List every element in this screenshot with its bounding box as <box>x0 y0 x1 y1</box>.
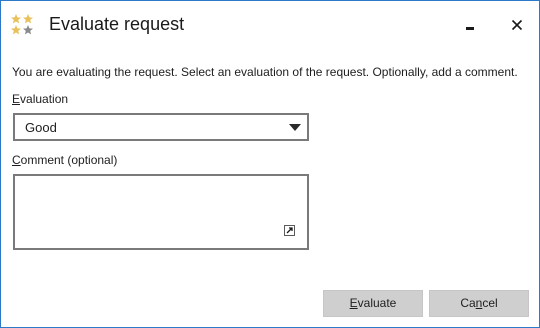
cancel-button[interactable]: Cancel <box>429 290 529 317</box>
evaluation-selected-value: Good <box>25 120 57 135</box>
evaluation-select[interactable]: Good <box>13 113 309 141</box>
comment-label: Comment (optional) <box>12 153 117 167</box>
close-icon <box>511 19 523 31</box>
evaluation-label-text: valuation <box>20 92 69 106</box>
chevron-down-icon <box>289 124 301 131</box>
comment-label-mnemonic: C <box>12 153 21 167</box>
minimize-icon <box>466 27 474 30</box>
evaluate-request-dialog: Evaluate request You are evaluating the … <box>0 0 540 328</box>
expand-icon[interactable] <box>284 225 295 236</box>
comment-label-text: omment (optional) <box>20 153 118 167</box>
stars-rating-icon <box>11 14 33 35</box>
evaluate-button-mnemonic: E <box>349 296 358 310</box>
dialog-description: You are evaluating the request. Select a… <box>12 65 518 79</box>
window-title: Evaluate request <box>49 14 185 34</box>
cancel-button-label-suffix: cel <box>482 296 498 310</box>
evaluate-button[interactable]: Evaluate <box>323 290 423 317</box>
comment-textarea[interactable] <box>13 174 309 250</box>
evaluation-label: Evaluation <box>12 92 68 106</box>
minimize-button[interactable] <box>456 11 484 39</box>
cancel-button-label-prefix: Ca <box>460 296 476 310</box>
title-bar[interactable]: Evaluate request <box>1 1 539 49</box>
evaluation-label-mnemonic: E <box>12 92 21 106</box>
evaluate-button-label: valuate <box>357 296 397 310</box>
close-button[interactable] <box>503 11 531 39</box>
